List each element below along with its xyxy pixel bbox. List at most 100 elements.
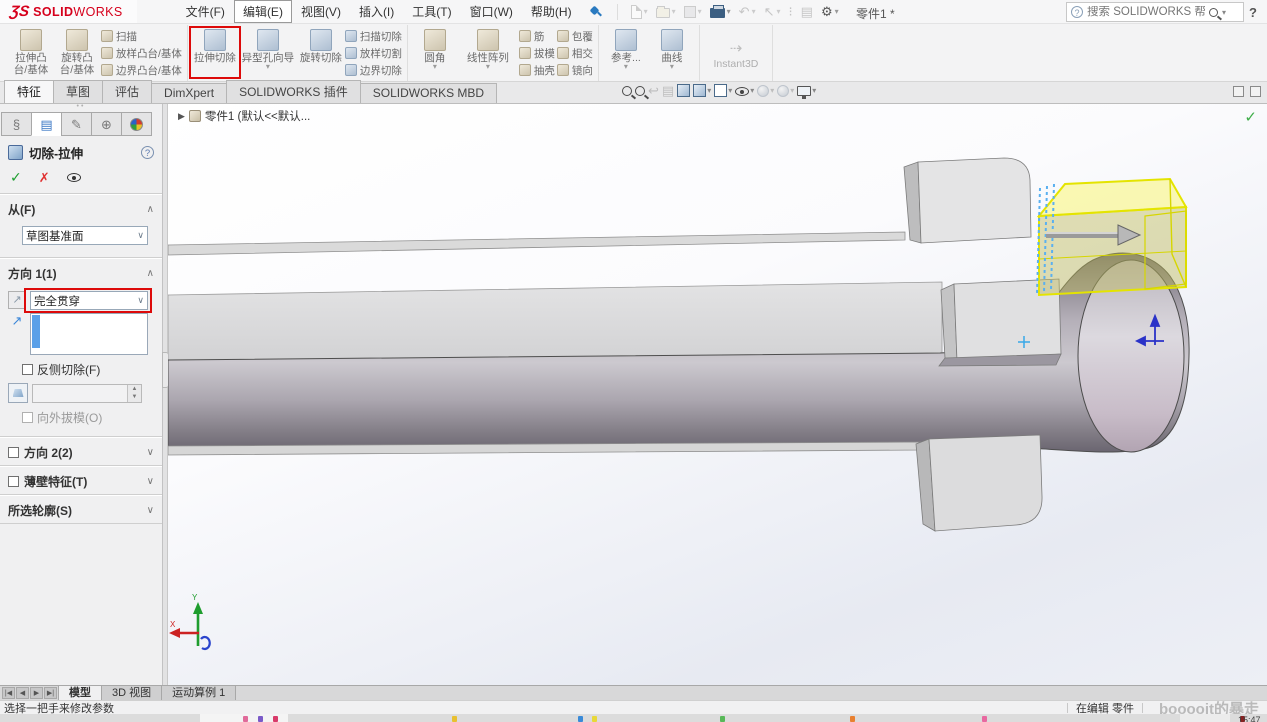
hole-wizard-button[interactable]: 异型孔向导 ▾ [239, 27, 297, 79]
tab-display-manager[interactable] [121, 112, 152, 136]
edit-appearance-button[interactable]: ▾ [757, 85, 774, 97]
cut-preview-front-face[interactable] [1039, 207, 1186, 295]
last-tab-icon[interactable]: ▶| [44, 687, 57, 699]
thin-feature-section-header[interactable]: 薄壁特征(T)∨ [0, 466, 162, 494]
part-model[interactable]: Y X [168, 104, 1267, 685]
open-button[interactable]: ▾ [653, 4, 679, 19]
preview-eye-icon[interactable] [67, 173, 81, 182]
select-button[interactable]: ↖▾ [761, 4, 784, 19]
tab-property-manager[interactable]: ▤ [31, 112, 62, 136]
menu-window[interactable]: 窗口(W) [461, 0, 522, 23]
draft-outward-checkbox[interactable] [22, 412, 33, 423]
search-box[interactable]: ? ▾ [1066, 2, 1244, 22]
section-pages-button[interactable]: ▤ [662, 84, 674, 97]
lofted-boss-button[interactable]: 放样凸台/基体 [101, 45, 182, 61]
tab-feature-tree[interactable]: § [1, 112, 32, 136]
fillet-button[interactable]: 圆角 ▾ [413, 27, 457, 79]
options-button[interactable]: ⚙▾ [818, 4, 842, 19]
menu-view[interactable]: 视图(V) [292, 0, 350, 23]
ok-button[interactable]: ✓ [10, 169, 22, 186]
view-orientation-button[interactable]: ▾ [693, 84, 711, 97]
direction1-section-header[interactable]: 方向 1(1)∧ [0, 258, 162, 286]
menu-edit[interactable]: 编辑(E) [234, 0, 292, 23]
expand-pane-icon[interactable] [1250, 86, 1261, 97]
from-section-header[interactable]: 从(F)∧ [0, 194, 162, 222]
save-button[interactable]: ▾ [681, 5, 705, 19]
spin-down-icon[interactable]: ▼ [128, 393, 141, 402]
new-document-button[interactable]: ▾ [628, 4, 651, 20]
menu-insert[interactable]: 插入(I) [350, 0, 403, 23]
zoom-area-button[interactable] [635, 86, 645, 96]
rebuild-button[interactable]: ⁝ [786, 4, 796, 19]
draft-button[interactable]: 拔模 [519, 45, 555, 61]
selected-contours-section-header[interactable]: 所选轮廓(S)∨ [0, 495, 162, 523]
pm-help-icon[interactable]: ? [141, 146, 154, 159]
intersect-button[interactable]: 相交 [557, 45, 593, 61]
menu-help[interactable]: 帮助(H) [522, 0, 581, 23]
previous-view-button[interactable]: ↩ [648, 84, 659, 97]
tab-evaluate[interactable]: 评估 [102, 80, 152, 103]
tab-dimxpert-manager[interactable]: ⊕ [91, 112, 122, 136]
rib-button[interactable]: 筋 [519, 28, 555, 44]
linear-pattern-button[interactable]: 线性阵列 ▾ [459, 27, 517, 79]
boundary-boss-button[interactable]: 边界凸台/基体 [101, 62, 182, 78]
pin-menu-icon[interactable] [589, 5, 603, 19]
view-settings-button[interactable]: ▾ [797, 86, 816, 96]
search-dropdown-caret[interactable]: ▾ [1222, 8, 1226, 17]
apply-scene-button[interactable]: ▾ [777, 85, 794, 97]
thin-feature-checkbox[interactable] [8, 476, 19, 487]
hide-show-items-button[interactable]: ▾ [735, 85, 754, 96]
tab-sketch[interactable]: 草图 [53, 80, 103, 103]
first-tab-icon[interactable]: |◀ [2, 687, 15, 699]
shell-button[interactable]: 抽壳 [519, 62, 555, 78]
shaft-flat-band[interactable] [168, 282, 942, 361]
lofted-cut-button[interactable]: 放样切割 [345, 45, 402, 61]
tab-model[interactable]: 模型 [58, 686, 102, 700]
menu-tools[interactable]: 工具(T) [403, 0, 460, 23]
tab-mbd[interactable]: SOLIDWORKS MBD [360, 83, 497, 103]
swept-boss-button[interactable]: 扫描 [101, 28, 182, 44]
spin-up-icon[interactable]: ▲ [128, 385, 141, 394]
search-input[interactable] [1087, 6, 1205, 18]
bottom-tab[interactable] [929, 435, 1042, 531]
mirror-button[interactable]: 镜向 [557, 62, 593, 78]
reference-geometry-button[interactable]: 参考... ▾ [604, 27, 648, 79]
search-icon[interactable] [1209, 8, 1218, 17]
flip-side-row[interactable]: 反侧切除(F) [22, 361, 154, 378]
tab-motion-study[interactable]: 运动算例 1 [161, 686, 236, 700]
extruded-boss-button[interactable]: 拉伸凸台/基体 [9, 27, 53, 79]
graphics-viewport[interactable]: Y X ▶ 零件1 (默认<<默认... ✓ [168, 104, 1267, 685]
draft-angle-spinner[interactable]: ▲▼ [32, 384, 142, 403]
display-style-button[interactable]: ▾ [714, 84, 732, 97]
tab-addins[interactable]: SOLIDWORKS 插件 [226, 80, 361, 103]
direction2-section-header[interactable]: 方向 2(2)∨ [0, 437, 162, 465]
direction-selection-box[interactable] [30, 313, 148, 355]
tab-dimxpert[interactable]: DimXpert [151, 83, 227, 103]
next-tab-icon[interactable]: ▶ [30, 687, 43, 699]
reverse-direction-icon[interactable]: ↗ [8, 291, 26, 309]
confirmation-corner-check[interactable]: ✓ [1244, 108, 1257, 126]
section-view-button[interactable] [677, 84, 690, 97]
tab-features[interactable]: 特征 [4, 80, 54, 103]
flip-side-checkbox[interactable] [22, 364, 33, 375]
top-tab[interactable] [918, 158, 1031, 243]
boundary-cut-button[interactable]: 边界切除 [345, 62, 402, 78]
prev-tab-icon[interactable]: ◀ [16, 687, 29, 699]
end-condition-combo[interactable]: 完全贯穿∨ [30, 291, 148, 310]
tree-expand-icon[interactable]: ▶ [178, 111, 185, 122]
flyout-feature-tree[interactable]: ▶ 零件1 (默认<<默认... [178, 108, 310, 124]
revolved-cut-button[interactable]: 旋转切除 [299, 27, 343, 79]
shaft-top-edge-strip[interactable] [168, 232, 905, 255]
extruded-cut-button[interactable]: 拉伸切除 [193, 27, 237, 79]
menu-file[interactable]: 文件(F) [177, 0, 234, 23]
from-condition-combo[interactable]: 草图基准面∨ [22, 226, 148, 245]
undock-pane-icon[interactable] [1233, 86, 1244, 97]
instant3d-button[interactable]: ⇢ Instant3D [705, 27, 767, 79]
direction2-checkbox[interactable] [8, 447, 19, 458]
undo-button[interactable]: ↶▾ [736, 4, 759, 19]
zoom-fit-button[interactable] [622, 86, 632, 96]
help-button[interactable]: ? [1249, 5, 1257, 20]
file-properties-button[interactable]: ▤ [798, 4, 816, 19]
curves-button[interactable]: 曲线 ▾ [650, 27, 694, 79]
draft-toggle-button[interactable] [8, 383, 28, 403]
